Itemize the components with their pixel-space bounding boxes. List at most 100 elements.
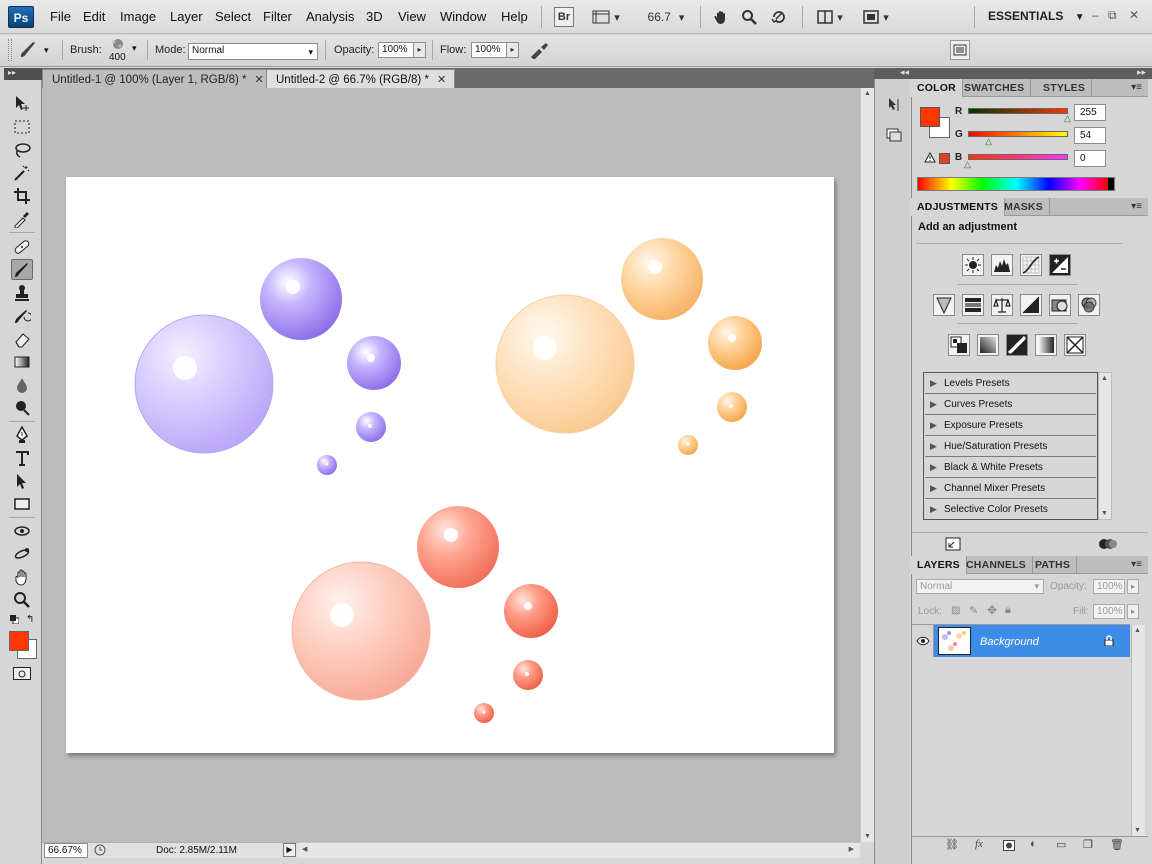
pen-tool[interactable] (11, 424, 33, 445)
clip-to-layer-button[interactable] (1098, 537, 1118, 551)
panel-toggle-button[interactable] (950, 40, 970, 60)
preset-curves[interactable]: ▶ Curves Presets (925, 394, 1096, 415)
preset-hue-saturation[interactable]: ▶ Hue/Saturation Presets (925, 436, 1096, 457)
menu-3d[interactable]: 3D (366, 9, 383, 24)
color-spectrum-ramp[interactable] (917, 177, 1115, 191)
hue-saturation-button[interactable] (962, 294, 984, 316)
fill-slider-toggle[interactable]: ▸ (1127, 604, 1139, 619)
brush-picker[interactable]: 400 ▾ (106, 37, 142, 65)
presets-scrollbar[interactable]: ▲ ▼ (1098, 372, 1112, 520)
green-value-field[interactable]: 54 (1074, 127, 1106, 144)
red-slider[interactable] (968, 108, 1068, 114)
panel-menu-icon[interactable]: ▾≡ (1131, 201, 1142, 212)
add-mask-button[interactable] (1003, 840, 1015, 851)
vibrance-button[interactable] (933, 294, 955, 316)
rotate-view-button[interactable] (768, 7, 790, 27)
preset-selective-color[interactable]: ▶ Selective Color Presets (925, 499, 1096, 520)
tab-color[interactable]: COLOR (911, 79, 963, 97)
tool-preset-picker[interactable]: ▾ (18, 39, 58, 61)
tab-styles[interactable]: STYLES (1037, 79, 1093, 97)
lock-position-icon[interactable]: ✥ (987, 603, 997, 617)
menu-layer[interactable]: Layer (170, 9, 203, 24)
vertical-scrollbar[interactable]: ▲ ▼ (860, 88, 874, 842)
preset-channel-mixer[interactable]: ▶ Channel Mixer Presets (925, 478, 1096, 499)
scroll-down-icon[interactable]: ▼ (864, 833, 871, 840)
color-balance-button[interactable] (991, 294, 1013, 316)
lasso-tool[interactable] (11, 139, 33, 160)
preset-exposure[interactable]: ▶ Exposure Presets (925, 415, 1096, 436)
delete-layer-trash-icon[interactable]: 🗑︎ (1110, 838, 1124, 851)
screen-mode-button[interactable]: ▾ (858, 7, 894, 27)
restore-button[interactable]: ⧉ (1108, 8, 1117, 23)
menu-file[interactable]: File (50, 9, 71, 24)
scroll-down-icon[interactable]: ▼ (1101, 510, 1108, 517)
scroll-right-icon[interactable]: ▶ (849, 845, 854, 853)
menu-filter[interactable]: Filter (263, 9, 292, 24)
document-tab-untitled-1[interactable]: Untitled-1 @ 100% (Layer 1, RGB/8) * ✕ (42, 69, 273, 88)
crop-tool[interactable] (11, 185, 33, 206)
healing-brush-tool[interactable] (11, 236, 33, 257)
close-button[interactable]: ✕ (1129, 8, 1139, 22)
dodge-tool[interactable] (11, 397, 33, 418)
scroll-left-icon[interactable]: ◀ (302, 845, 307, 853)
new-adjustment-layer-icon[interactable]: ◐ (1030, 838, 1037, 850)
expand-triangle-icon[interactable]: ▶ (930, 378, 937, 389)
menu-edit[interactable]: Edit (83, 9, 105, 24)
scroll-up-icon[interactable]: ▲ (864, 90, 871, 97)
close-tab-icon[interactable]: ✕ (437, 74, 446, 86)
default-colors-button[interactable] (10, 615, 20, 625)
tab-adjustments[interactable]: ADJUSTMENTS (911, 198, 1005, 216)
options-grip[interactable] (8, 39, 12, 61)
tab-paths[interactable]: PATHS (1029, 556, 1078, 574)
path-selection-tool[interactable] (11, 470, 33, 491)
menu-help[interactable]: Help (501, 9, 528, 24)
shape-tool[interactable] (11, 493, 33, 514)
tab-swatches[interactable]: SWATCHES (958, 79, 1032, 97)
menu-select[interactable]: Select (215, 9, 251, 24)
flow-slider-toggle[interactable]: ▸ (507, 42, 519, 58)
quick-mask-button[interactable] (13, 667, 31, 680)
eyedropper-tool[interactable] (11, 208, 33, 229)
menu-window[interactable]: Window (440, 9, 486, 24)
red-slider-thumb[interactable]: △ (1064, 113, 1071, 124)
magic-wand-tool[interactable] (11, 162, 33, 183)
levels-button[interactable] (991, 254, 1013, 276)
status-menu-button[interactable]: ▶ (283, 843, 296, 857)
fill-field[interactable]: 100% (1093, 604, 1125, 619)
brightness-contrast-button[interactable] (962, 254, 984, 276)
view-extras-button[interactable]: ▾ (588, 7, 624, 27)
layer-opacity-field[interactable]: 100% (1093, 579, 1125, 594)
menu-image[interactable]: Image (120, 9, 156, 24)
expand-triangle-icon[interactable]: ▶ (930, 462, 937, 473)
swap-colors-button[interactable]: ↰ (26, 614, 37, 625)
posterize-button[interactable] (977, 334, 999, 356)
gradient-tool[interactable] (11, 351, 33, 372)
gamut-color-swatch[interactable] (939, 153, 950, 164)
blue-slider-thumb[interactable]: △ (964, 159, 971, 170)
blur-tool[interactable] (11, 374, 33, 395)
zoom-percentage-field[interactable]: 66.67% (44, 843, 88, 858)
scroll-down-icon[interactable]: ▼ (1134, 827, 1141, 834)
expand-triangle-icon[interactable]: ▶ (930, 504, 937, 515)
new-group-folder-icon[interactable]: ▭ (1056, 838, 1066, 851)
layer-name[interactable]: Background (980, 636, 1039, 648)
history-panel-button[interactable] (884, 125, 904, 145)
threshold-button[interactable] (1006, 334, 1028, 356)
foreground-color-swatch[interactable] (9, 631, 29, 651)
gradient-map-button[interactable] (1035, 334, 1057, 356)
curves-button[interactable] (1020, 254, 1042, 276)
preset-black-white[interactable]: ▶ Black & White Presets (925, 457, 1096, 478)
history-brush-tool[interactable] (11, 305, 33, 326)
collapse-right-icon[interactable]: ▸▸ (1137, 67, 1146, 78)
3d-orbit-tool[interactable] (11, 543, 33, 564)
scroll-up-icon[interactable]: ▲ (1101, 375, 1108, 382)
expand-triangle-icon[interactable]: ▶ (930, 483, 937, 494)
horizontal-scrollbar[interactable]: ◀ ▶ (298, 842, 860, 858)
brush-tool[interactable] (11, 259, 33, 280)
blend-mode-select[interactable]: Normal ▾ (916, 579, 1044, 594)
hand-tool[interactable] (11, 566, 33, 587)
green-slider[interactable] (968, 131, 1068, 137)
zoom-level-dropdown[interactable]: 66.7 ▾ (642, 7, 690, 27)
channel-mixer-button[interactable] (1078, 294, 1100, 316)
type-tool[interactable] (11, 447, 33, 468)
